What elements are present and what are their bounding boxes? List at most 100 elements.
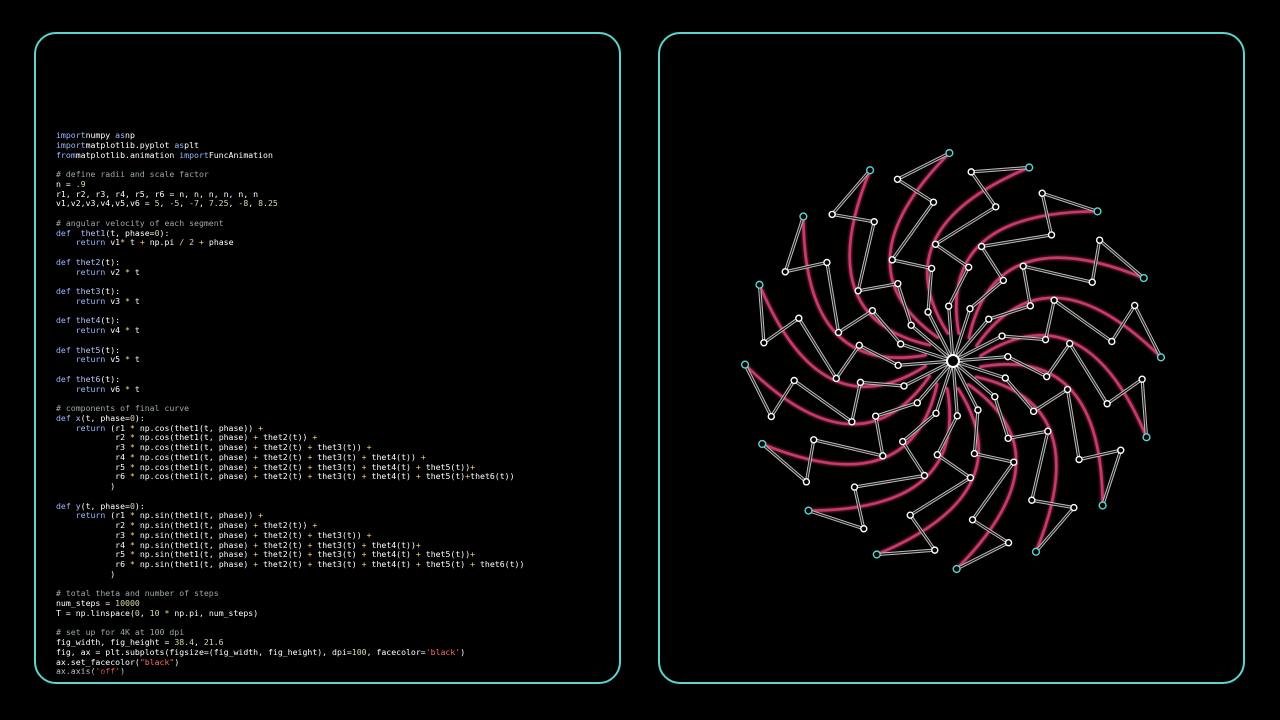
arm-tip-joint bbox=[1031, 547, 1041, 556]
linkage-segment bbox=[826, 261, 840, 334]
code-line: ax.set_facecolor("black") bbox=[56, 656, 524, 668]
code-token: r5 bbox=[56, 549, 130, 560]
linkage-segment bbox=[1007, 356, 1048, 378]
code-block: importnumpy asnp importmatplotlib.pyplot … bbox=[56, 130, 524, 677]
arm-tip-joint bbox=[952, 564, 961, 574]
arm-tip-joint bbox=[799, 212, 808, 221]
linkage-segment bbox=[835, 344, 860, 380]
linkage-segment bbox=[1099, 239, 1145, 279]
code-token: thet2(t)) bbox=[258, 432, 313, 443]
code-token: r1, r2, r3, r4, r5, r6 = n, n, n, n, n, … bbox=[56, 188, 259, 199]
arm-joint bbox=[1138, 375, 1146, 383]
linkage-segment bbox=[969, 279, 1004, 310]
code-token: thet2(t) bbox=[258, 539, 308, 550]
code-line: return v3 * t bbox=[56, 295, 524, 307]
code-token: 21.6 bbox=[203, 637, 224, 647]
code-token: thet5(t)) bbox=[420, 461, 471, 472]
code-token: def bbox=[56, 344, 71, 355]
code-token: ) bbox=[56, 481, 116, 491]
code-token: 38.4 bbox=[174, 637, 195, 647]
arm-joint bbox=[929, 198, 938, 206]
code-token: t bbox=[129, 383, 140, 394]
linkage-segment bbox=[1031, 430, 1049, 501]
arm-tip-joint bbox=[1093, 207, 1102, 216]
linkage-segment bbox=[1022, 265, 1093, 283]
arm-joint bbox=[1038, 189, 1046, 197]
linkage-segment bbox=[1044, 299, 1055, 341]
code-token: ): bbox=[134, 412, 145, 423]
code-token: v1,v2,v3,v4,v5,v6 = bbox=[56, 198, 155, 209]
linkage-segment bbox=[891, 259, 933, 270]
linkage-segment bbox=[1032, 388, 1069, 412]
linkage-segment bbox=[956, 542, 1010, 570]
code-token: r6 bbox=[56, 559, 130, 569]
linkage-segment bbox=[971, 461, 1015, 521]
code-token: thet5(t) bbox=[420, 471, 466, 482]
linkage-segment bbox=[934, 243, 970, 268]
code-editor-panel: importnumpy asnp importmatplotlib.pyplot … bbox=[34, 32, 621, 684]
code-token: (t): bbox=[100, 373, 121, 384]
arm-tip-joint bbox=[804, 506, 813, 515]
code-token: return bbox=[75, 354, 106, 365]
code-token: thet2(t) bbox=[258, 529, 308, 540]
code-token: "black" bbox=[139, 656, 175, 667]
code-fade-overlay bbox=[36, 668, 619, 682]
arm-joint bbox=[991, 393, 999, 401]
linkage-segment bbox=[896, 152, 950, 180]
code-line: # define radii and scale factor bbox=[56, 169, 524, 180]
arm-joint bbox=[999, 276, 1008, 285]
linkage-segment bbox=[1066, 388, 1080, 461]
code-line: return v5 * t bbox=[56, 354, 524, 365]
code-token: + bbox=[312, 520, 318, 530]
linkage-segment bbox=[858, 344, 899, 366]
code-token: np.pi bbox=[144, 237, 180, 248]
linkage-segment bbox=[813, 439, 884, 457]
linkage-segment bbox=[875, 415, 884, 457]
code-token: , bbox=[194, 637, 204, 647]
center-hub bbox=[946, 354, 960, 368]
code-token: np.sin(thet1(t, phase) bbox=[134, 529, 254, 540]
code-token: import bbox=[179, 149, 209, 160]
code-token: r6 bbox=[56, 471, 130, 482]
arm-joint bbox=[1026, 302, 1035, 310]
code-token: fig, ax = plt.subplots(figsize=(fig_widt… bbox=[56, 646, 352, 657]
arm-joint bbox=[953, 412, 962, 420]
code-token: thet3(t)) bbox=[312, 442, 367, 452]
linkage-segment bbox=[988, 305, 1031, 320]
arm-joint bbox=[896, 340, 905, 348]
arm-joint bbox=[1047, 231, 1056, 239]
code-token: ) bbox=[56, 568, 116, 579]
code-token: (t): bbox=[100, 315, 121, 326]
code-token: t bbox=[129, 295, 140, 306]
code-token: v4 bbox=[105, 325, 126, 335]
code-line: frommatplotlib.animation importFuncAnima… bbox=[56, 149, 524, 161]
code-token: # angular velocity of each segment bbox=[56, 217, 224, 228]
code-token: 8.25 bbox=[258, 198, 278, 209]
arm-tip-joint bbox=[945, 148, 954, 158]
code-token: , bbox=[198, 198, 209, 209]
code-line: v1,v2,v3,v4,v5,v6 = 5, -5, -7, 7.25, -8,… bbox=[56, 198, 524, 209]
arm-joint bbox=[888, 256, 896, 264]
linkage-segment bbox=[857, 221, 875, 292]
code-token: + bbox=[420, 451, 426, 462]
code-token: v2 bbox=[105, 266, 126, 277]
arm-joint bbox=[966, 474, 975, 482]
code-token: return bbox=[75, 325, 106, 335]
code-token: np.cos(thet1(t, phase) bbox=[134, 471, 254, 482]
code-line: r6 * np.sin(thet1(t, phase) + thet2(t) +… bbox=[56, 559, 524, 570]
code-token: thet4(t) bbox=[366, 559, 416, 569]
linkage-segment bbox=[1046, 342, 1071, 378]
linkage-segment bbox=[973, 452, 1015, 463]
code-token: thet4(t) bbox=[366, 461, 416, 472]
code-token: -5 bbox=[169, 198, 180, 209]
code-token: + bbox=[470, 549, 476, 560]
linkage-segment bbox=[871, 310, 902, 345]
code-token: np.cos(thet1(t, phase) bbox=[134, 451, 254, 462]
code-token: np.cos(thet1(t, phase)) bbox=[134, 422, 259, 433]
arm-joint bbox=[977, 242, 986, 251]
arm-joint bbox=[1066, 339, 1074, 348]
